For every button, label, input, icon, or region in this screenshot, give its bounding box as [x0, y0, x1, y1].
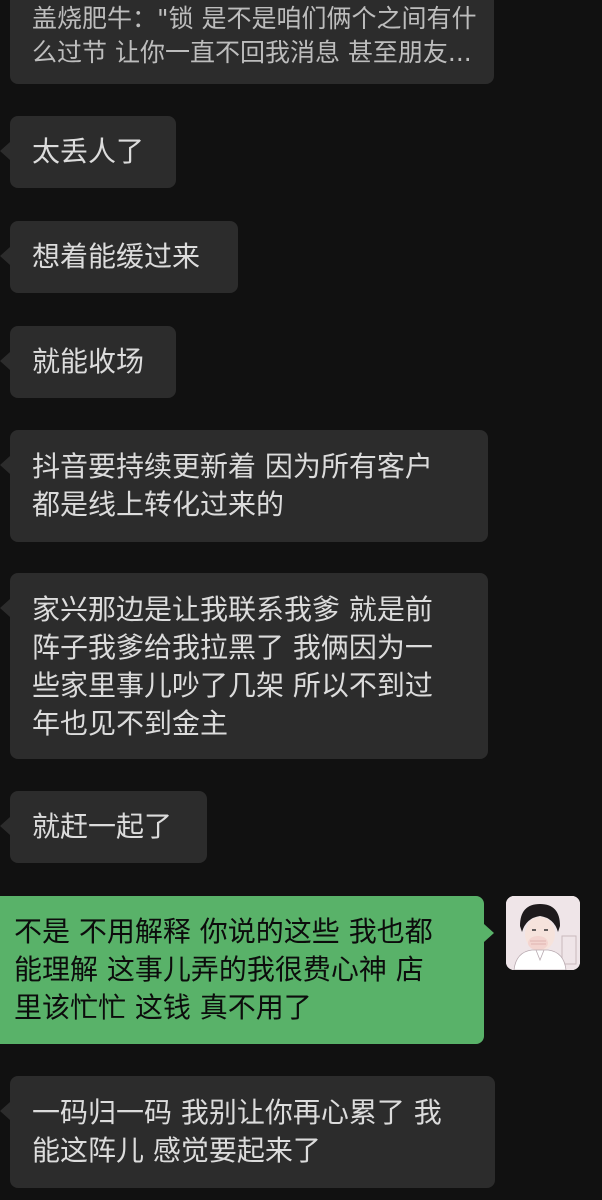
outgoing-message-bubble[interactable]: 不是 不用解释 你说的这些 我也都 能理解 这事儿弄的我很费心神 店 里该忙忙 … — [0, 896, 494, 1044]
incoming-message-bubble[interactable]: 就能收场 — [0, 326, 176, 398]
message-line: 不是 不用解释 你说的这些 我也都 — [14, 915, 433, 948]
message-line: 么过节 让你一直不回我消息 甚至朋友... — [32, 38, 472, 67]
message-line: 抖音要持续更新着 因为所有客户 — [32, 450, 433, 483]
message-line: 想着能缓过来 — [32, 240, 201, 273]
quoted-message-bubble[interactable]: 盖烧肥牛："锁 是不是咱们俩个之间有什 么过节 让你一直不回我消息 甚至朋友..… — [10, 0, 494, 84]
incoming-message-bubble[interactable]: 家兴那边是让我联系我爹 就是前 阵子我爹给我拉黑了 我俩因为一 些家里事儿吵了几… — [0, 573, 488, 759]
message-line: 阵子我爹给我拉黑了 我俩因为一 — [32, 631, 433, 664]
incoming-message-bubble[interactable]: 太丢人了 — [0, 116, 176, 188]
message-line: 都是线上转化过来的 — [32, 488, 285, 521]
message-line: 能理解 这事儿弄的我很费心神 店 — [14, 953, 424, 986]
message-line: 能这阵儿 感觉要起来了 — [32, 1134, 321, 1167]
message-line: 就赶一起了 — [32, 810, 173, 843]
message-line: 一码归一码 我别让你再心累了 我 — [32, 1096, 442, 1129]
message-line: 太丢人了 — [32, 135, 145, 168]
message-line: 年也见不到金主 — [32, 707, 229, 740]
incoming-message-bubble[interactable]: 一码归一码 我别让你再心累了 我 能这阵儿 感觉要起来了 — [0, 1076, 495, 1188]
incoming-message-bubble[interactable]: 想着能缓过来 — [0, 221, 238, 293]
self-avatar[interactable] — [506, 896, 580, 970]
message-line: 就能收场 — [32, 345, 145, 378]
message-line: 些家里事儿吵了几架 所以不到过 — [32, 669, 433, 702]
cartoon-boy-avatar-icon — [506, 896, 580, 970]
incoming-message-bubble[interactable]: 就赶一起了 — [0, 791, 207, 863]
message-line: 盖烧肥牛："锁 是不是咱们俩个之间有什 — [32, 4, 477, 33]
message-line: 里该忙忙 这钱 真不用了 — [14, 991, 312, 1024]
incoming-message-bubble[interactable]: 抖音要持续更新着 因为所有客户 都是线上转化过来的 — [0, 430, 488, 542]
message-line: 家兴那边是让我联系我爹 就是前 — [32, 593, 433, 626]
